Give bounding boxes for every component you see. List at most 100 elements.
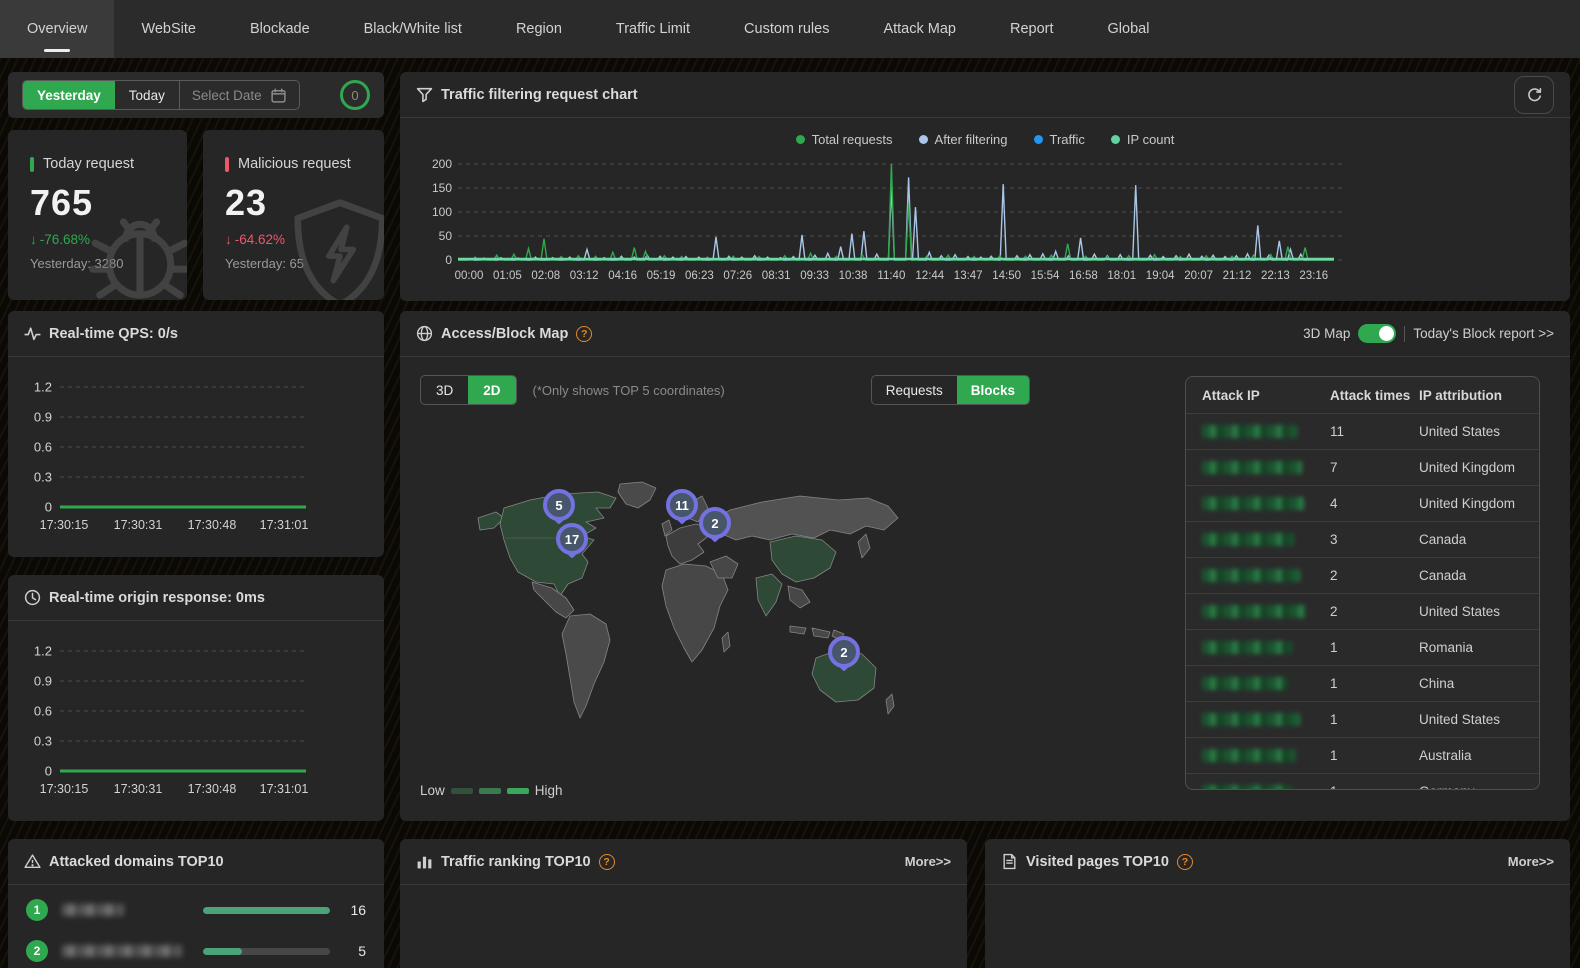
svg-text:03:12: 03:12 (570, 270, 599, 282)
legend-item[interactable]: IP count (1111, 132, 1174, 147)
svg-text:17:30:31: 17:30:31 (114, 518, 163, 532)
attacked-domains-panel: Attacked domains TOP10 11625 (8, 839, 384, 968)
panel-title: Real-time origin response: 0ms (49, 590, 265, 606)
block-report-link[interactable]: Today's Block report >> (1413, 326, 1554, 341)
warning-icon (24, 853, 41, 870)
svg-text:17:31:01: 17:31:01 (260, 518, 309, 532)
svg-text:0: 0 (445, 253, 452, 267)
notification-count-badge: 0 (340, 80, 370, 110)
help-icon[interactable]: ? (576, 326, 592, 342)
accent-bar (225, 157, 229, 172)
ip-attribution: Canada (1419, 532, 1539, 547)
map-dimension-group: 3D 2D (420, 375, 517, 405)
ip-attribution: Canada (1419, 568, 1539, 583)
svg-text:0: 0 (45, 500, 52, 515)
pin-count: 11 (666, 489, 698, 521)
help-icon[interactable]: ? (599, 854, 615, 870)
more-link[interactable]: More>> (1508, 854, 1554, 869)
blurred-domain (62, 904, 124, 916)
svg-text:21:12: 21:12 (1223, 270, 1252, 282)
legend-item[interactable]: Traffic (1034, 132, 1085, 147)
help-icon[interactable]: ? (1177, 854, 1193, 870)
nav-tab-region[interactable]: Region (489, 0, 589, 58)
map-3d-toggle[interactable] (1358, 324, 1396, 343)
shield-bolt-icon (284, 196, 384, 300)
map-pin-17[interactable]: 17 (556, 523, 588, 555)
rank-badge: 2 (26, 940, 48, 962)
map-pin-2[interactable]: 2 (699, 507, 731, 539)
domain-attack-count: 16 (344, 902, 366, 918)
blurred-ip (1202, 713, 1300, 726)
document-icon (1001, 853, 1018, 870)
blurred-ip (1202, 605, 1306, 618)
nav-tab-attack-map[interactable]: Attack Map (856, 0, 983, 58)
nav-tab-overview[interactable]: Overview (0, 0, 114, 58)
today-button[interactable]: Today (115, 81, 179, 109)
map-pin-2[interactable]: 2 (828, 636, 860, 668)
requests-filter-button[interactable]: Requests (872, 376, 957, 404)
svg-text:01:05: 01:05 (493, 270, 522, 282)
pin-count: 5 (543, 489, 575, 521)
ip-attribution: China (1419, 676, 1539, 691)
legend-label: Total requests (812, 132, 893, 147)
nav-tab-global[interactable]: Global (1081, 0, 1177, 58)
chart-legend: Total requests After filtering Traffic IP c… (400, 124, 1570, 154)
nav-tab-blockade[interactable]: Blockade (223, 0, 337, 58)
access-block-map-panel: Access/Block Map ? 3D Map Today's Block … (400, 311, 1570, 821)
accent-bar (30, 157, 34, 172)
density-swatch-high (507, 788, 529, 794)
ip-attribution: Australia (1419, 748, 1539, 763)
legend-item[interactable]: Total requests (796, 132, 893, 147)
svg-text:17:30:31: 17:30:31 (114, 782, 163, 796)
nav-tab-report[interactable]: Report (983, 0, 1081, 58)
blurred-ip (1202, 569, 1300, 582)
svg-text:00:00: 00:00 (455, 270, 484, 282)
attack-times: 1 (1330, 748, 1419, 763)
blocks-filter-button[interactable]: Blocks (957, 376, 1029, 404)
nav-tab-custom-rules[interactable]: Custom rules (717, 0, 856, 58)
nav-tab-website[interactable]: WebSite (114, 0, 223, 58)
svg-text:17:30:15: 17:30:15 (40, 782, 89, 796)
map-3d-toggle-label: 3D Map (1303, 326, 1350, 341)
clock-icon (24, 589, 41, 606)
svg-text:1.2: 1.2 (34, 644, 52, 659)
select-date-input[interactable]: Select Date (179, 81, 299, 109)
svg-text:08:31: 08:31 (762, 270, 791, 282)
refresh-button[interactable] (1514, 76, 1554, 114)
yesterday-button[interactable]: Yesterday (23, 81, 115, 109)
panel-title: Visited pages TOP10 (1026, 854, 1169, 870)
svg-text:17:31:01: 17:31:01 (260, 782, 309, 796)
top-nav: OverviewWebSiteBlockadeBlack/White listR… (0, 0, 1580, 58)
svg-text:23:16: 23:16 (1299, 270, 1328, 282)
panel-title: Real-time QPS: 0/s (49, 326, 178, 342)
select-date-placeholder: Select Date (192, 88, 262, 103)
map-pin-5[interactable]: 5 (543, 489, 575, 521)
blurred-ip (1202, 461, 1302, 474)
world-map: 5171122 (470, 478, 902, 736)
attack-times: 2 (1330, 568, 1419, 583)
table-row: 7United Kingdom (1186, 449, 1539, 485)
svg-text:19:04: 19:04 (1146, 270, 1175, 282)
svg-text:14:50: 14:50 (992, 270, 1021, 282)
nav-tab-traffic-limit[interactable]: Traffic Limit (589, 0, 717, 58)
ip-attribution: Germany (1419, 784, 1539, 790)
map-pin-11[interactable]: 11 (666, 489, 698, 521)
svg-text:0: 0 (45, 764, 52, 779)
domain-row: 116 (8, 894, 384, 926)
legend-dot (1111, 135, 1120, 144)
legend-item[interactable]: After filtering (919, 132, 1008, 147)
stat-title: Malicious request (238, 156, 351, 172)
map-2d-button[interactable]: 2D (468, 376, 515, 404)
map-3d-button[interactable]: 3D (421, 376, 468, 404)
svg-text:17:30:48: 17:30:48 (188, 518, 237, 532)
ip-attribution: United Kingdom (1419, 460, 1539, 475)
blurred-ip (1202, 677, 1288, 690)
date-filter-bar: Yesterday Today Select Date 0 (8, 72, 384, 118)
ip-attribution: United States (1419, 604, 1539, 619)
table-row: 1China (1186, 665, 1539, 701)
column-header: Attack times (1330, 388, 1419, 403)
more-link[interactable]: More>> (905, 854, 951, 869)
bar-chart-icon (416, 853, 433, 870)
svg-text:0.3: 0.3 (34, 470, 52, 485)
nav-tab-black-white-list[interactable]: Black/White list (337, 0, 489, 58)
